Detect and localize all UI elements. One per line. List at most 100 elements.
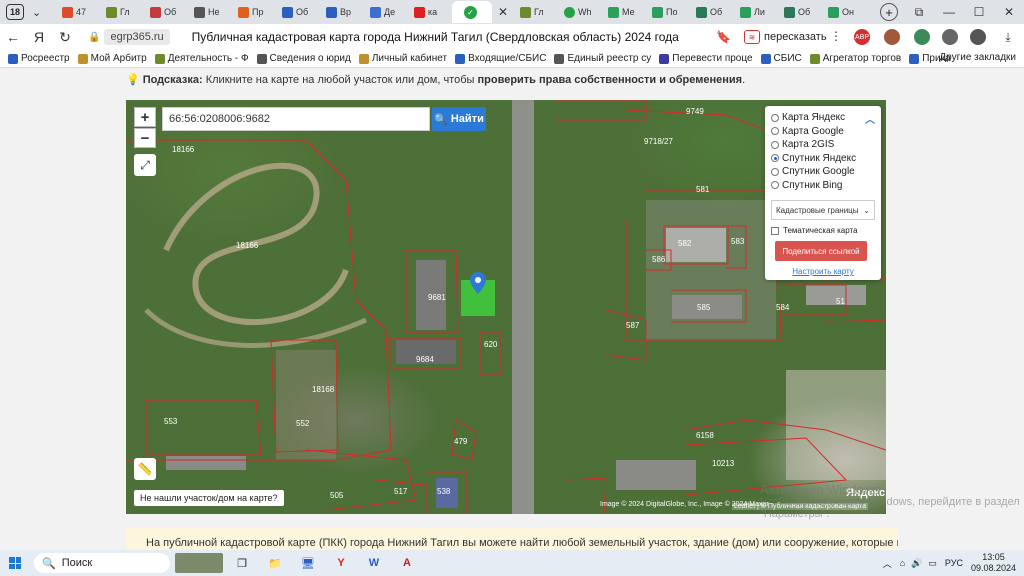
radio-button-selected[interactable]: [771, 154, 779, 163]
yandex-browser-icon[interactable]: Y: [327, 553, 355, 573]
pin-window-icon[interactable]: ⧉: [904, 5, 934, 20]
ruler-icon[interactable]: 📏: [134, 458, 156, 480]
retell-button[interactable]: ≋ пересказать: [744, 28, 827, 46]
active-tab[interactable]: ✓: [452, 1, 492, 23]
search-icon: 🔍: [434, 113, 448, 126]
parcel-label: 581: [696, 185, 710, 194]
radio-button[interactable]: [771, 167, 779, 176]
extension-icon[interactable]: [884, 29, 900, 45]
reload-button[interactable]: ↻: [52, 29, 78, 46]
app-icon[interactable]: 🖥: [294, 553, 322, 573]
thematic-map-row[interactable]: Тематическая карта: [771, 226, 875, 235]
chevron-down-icon[interactable]: ⌄: [32, 6, 46, 19]
other-bookmarks[interactable]: Другие закладки: [939, 52, 1016, 63]
not-found-button[interactable]: Не нашли участок/дом на карте?: [134, 490, 284, 506]
bookmark-icon[interactable]: 🔖: [716, 30, 731, 44]
tab-label: Гл: [120, 7, 130, 17]
search-button[interactable]: 🔍 Найти: [432, 107, 486, 131]
browser-tab[interactable]: Не: [188, 1, 232, 23]
browser-tab[interactable]: Пр: [232, 1, 276, 23]
fullscreen-icon[interactable]: ⤢: [134, 154, 156, 176]
zoom-out-button[interactable]: −: [134, 128, 156, 148]
browser-tab[interactable]: Де: [364, 1, 408, 23]
clock[interactable]: 13:05 09.08.2024: [971, 552, 1016, 574]
bookmark-item[interactable]: Агрегатор торгов: [809, 53, 901, 64]
browser-tab[interactable]: Ли: [734, 1, 778, 23]
download-icon[interactable]: ⤓: [1000, 29, 1016, 45]
task-view-icon[interactable]: ❐: [228, 553, 256, 573]
browser-tab[interactable]: Ме: [602, 1, 646, 23]
bookmark-item[interactable]: СБИС: [760, 53, 802, 64]
radio-button[interactable]: [771, 113, 779, 122]
browser-tab[interactable]: Об: [144, 1, 188, 23]
boundary-type-select[interactable]: Кадастровые границы ⌄: [771, 200, 875, 220]
close-tab-icon[interactable]: ✕: [492, 5, 514, 19]
new-tab-button[interactable]: +: [880, 3, 898, 21]
yandex-home-icon[interactable]: Я: [26, 29, 52, 45]
bookmark-item[interactable]: Единый реестр су: [554, 53, 651, 64]
bookmark-item[interactable]: Сведения о юрид: [256, 53, 351, 64]
zoom-in-button[interactable]: +: [134, 107, 156, 127]
extension-icon[interactable]: [942, 29, 958, 45]
tab-count-button[interactable]: 18: [6, 4, 24, 20]
browser-tab[interactable]: Об: [276, 1, 320, 23]
adblock-extension-icon[interactable]: ABP: [854, 29, 870, 45]
bookmark-item[interactable]: Личный кабинет: [358, 53, 448, 64]
cadastral-map[interactable]: 18166 18166 9749 9718/27 581 582 583 586…: [126, 100, 886, 514]
volume-icon[interactable]: 🔊: [911, 558, 922, 569]
radio-button[interactable]: [771, 140, 779, 149]
word-icon[interactable]: W: [360, 553, 388, 573]
layer-option-2gis-map[interactable]: Карта 2GIS: [771, 138, 875, 152]
close-window-button[interactable]: ✕: [994, 5, 1024, 19]
maximize-button[interactable]: ☐: [964, 5, 994, 19]
pdf-reader-icon[interactable]: A: [393, 553, 421, 573]
bookmark-item[interactable]: Перевести проце: [659, 53, 753, 64]
browser-tab[interactable]: По: [646, 1, 690, 23]
extension-icon[interactable]: [914, 29, 930, 45]
cadastral-search-input[interactable]: [162, 107, 430, 131]
minimize-button[interactable]: —: [934, 5, 964, 19]
browser-tab[interactable]: ка: [408, 1, 452, 23]
activation-text: "Параметры".: [760, 508, 830, 520]
layer-option-bing-satellite[interactable]: Спутник Bing: [771, 179, 875, 193]
url-field[interactable]: 🔒 egrp365.ru: [88, 27, 170, 47]
taskbar-search[interactable]: 🔍 Поиск: [34, 553, 170, 573]
browser-tab[interactable]: Гл: [100, 1, 144, 23]
chevron-up-icon[interactable]: ︿: [883, 557, 892, 570]
browser-tab[interactable]: Об: [690, 1, 734, 23]
bookmark-item[interactable]: Входящие/СБИС: [455, 53, 546, 64]
radio-button[interactable]: [771, 181, 779, 190]
browser-tab[interactable]: Wh: [558, 1, 602, 23]
browser-tab[interactable]: Вр: [320, 1, 364, 23]
share-link-button[interactable]: Поделиться ссылкой: [775, 241, 867, 261]
start-button[interactable]: [0, 557, 30, 569]
parcel-label: 51: [836, 297, 845, 306]
chevron-up-icon[interactable]: ︿: [865, 111, 875, 126]
parcel-label: 18168: [312, 385, 335, 394]
layer-option-yandex-satellite[interactable]: Спутник Яндекс: [771, 152, 875, 166]
lightbulb-icon: 💡: [126, 74, 140, 86]
bookmark-item[interactable]: Деятельность - Ф: [154, 53, 249, 64]
thematic-map-checkbox[interactable]: [771, 226, 779, 235]
bookmark-item[interactable]: Росреестр: [8, 53, 70, 64]
news-widget-icon[interactable]: [175, 553, 223, 573]
browser-tab[interactable]: Об: [778, 1, 822, 23]
browser-tab[interactable]: Он: [822, 1, 866, 23]
battery-icon[interactable]: ▭: [928, 558, 937, 569]
browser-tab[interactable]: Гл: [514, 1, 558, 23]
network-icon[interactable]: ⌂: [900, 558, 905, 568]
bookmark-item[interactable]: Мой Арбитр: [77, 53, 147, 64]
more-options-icon[interactable]: ⋮: [830, 29, 842, 43]
location-pin-icon[interactable]: [470, 272, 486, 294]
extension-icon[interactable]: [970, 29, 986, 45]
radio-button[interactable]: [771, 127, 779, 136]
back-button[interactable]: ←: [0, 29, 26, 45]
layer-option-google-satellite[interactable]: Спутник Google: [771, 165, 875, 179]
language-indicator[interactable]: РУС: [945, 558, 963, 568]
layer-option-google-map[interactable]: Карта Google: [771, 125, 875, 139]
layer-option-yandex-map[interactable]: Карта Яндекс: [771, 111, 875, 125]
browser-tab[interactable]: 47: [56, 1, 100, 23]
tune-map-link[interactable]: Настроить карту: [771, 267, 875, 276]
explorer-icon[interactable]: 📁: [261, 553, 289, 573]
bookmark-label: Личный кабинет: [371, 53, 448, 64]
